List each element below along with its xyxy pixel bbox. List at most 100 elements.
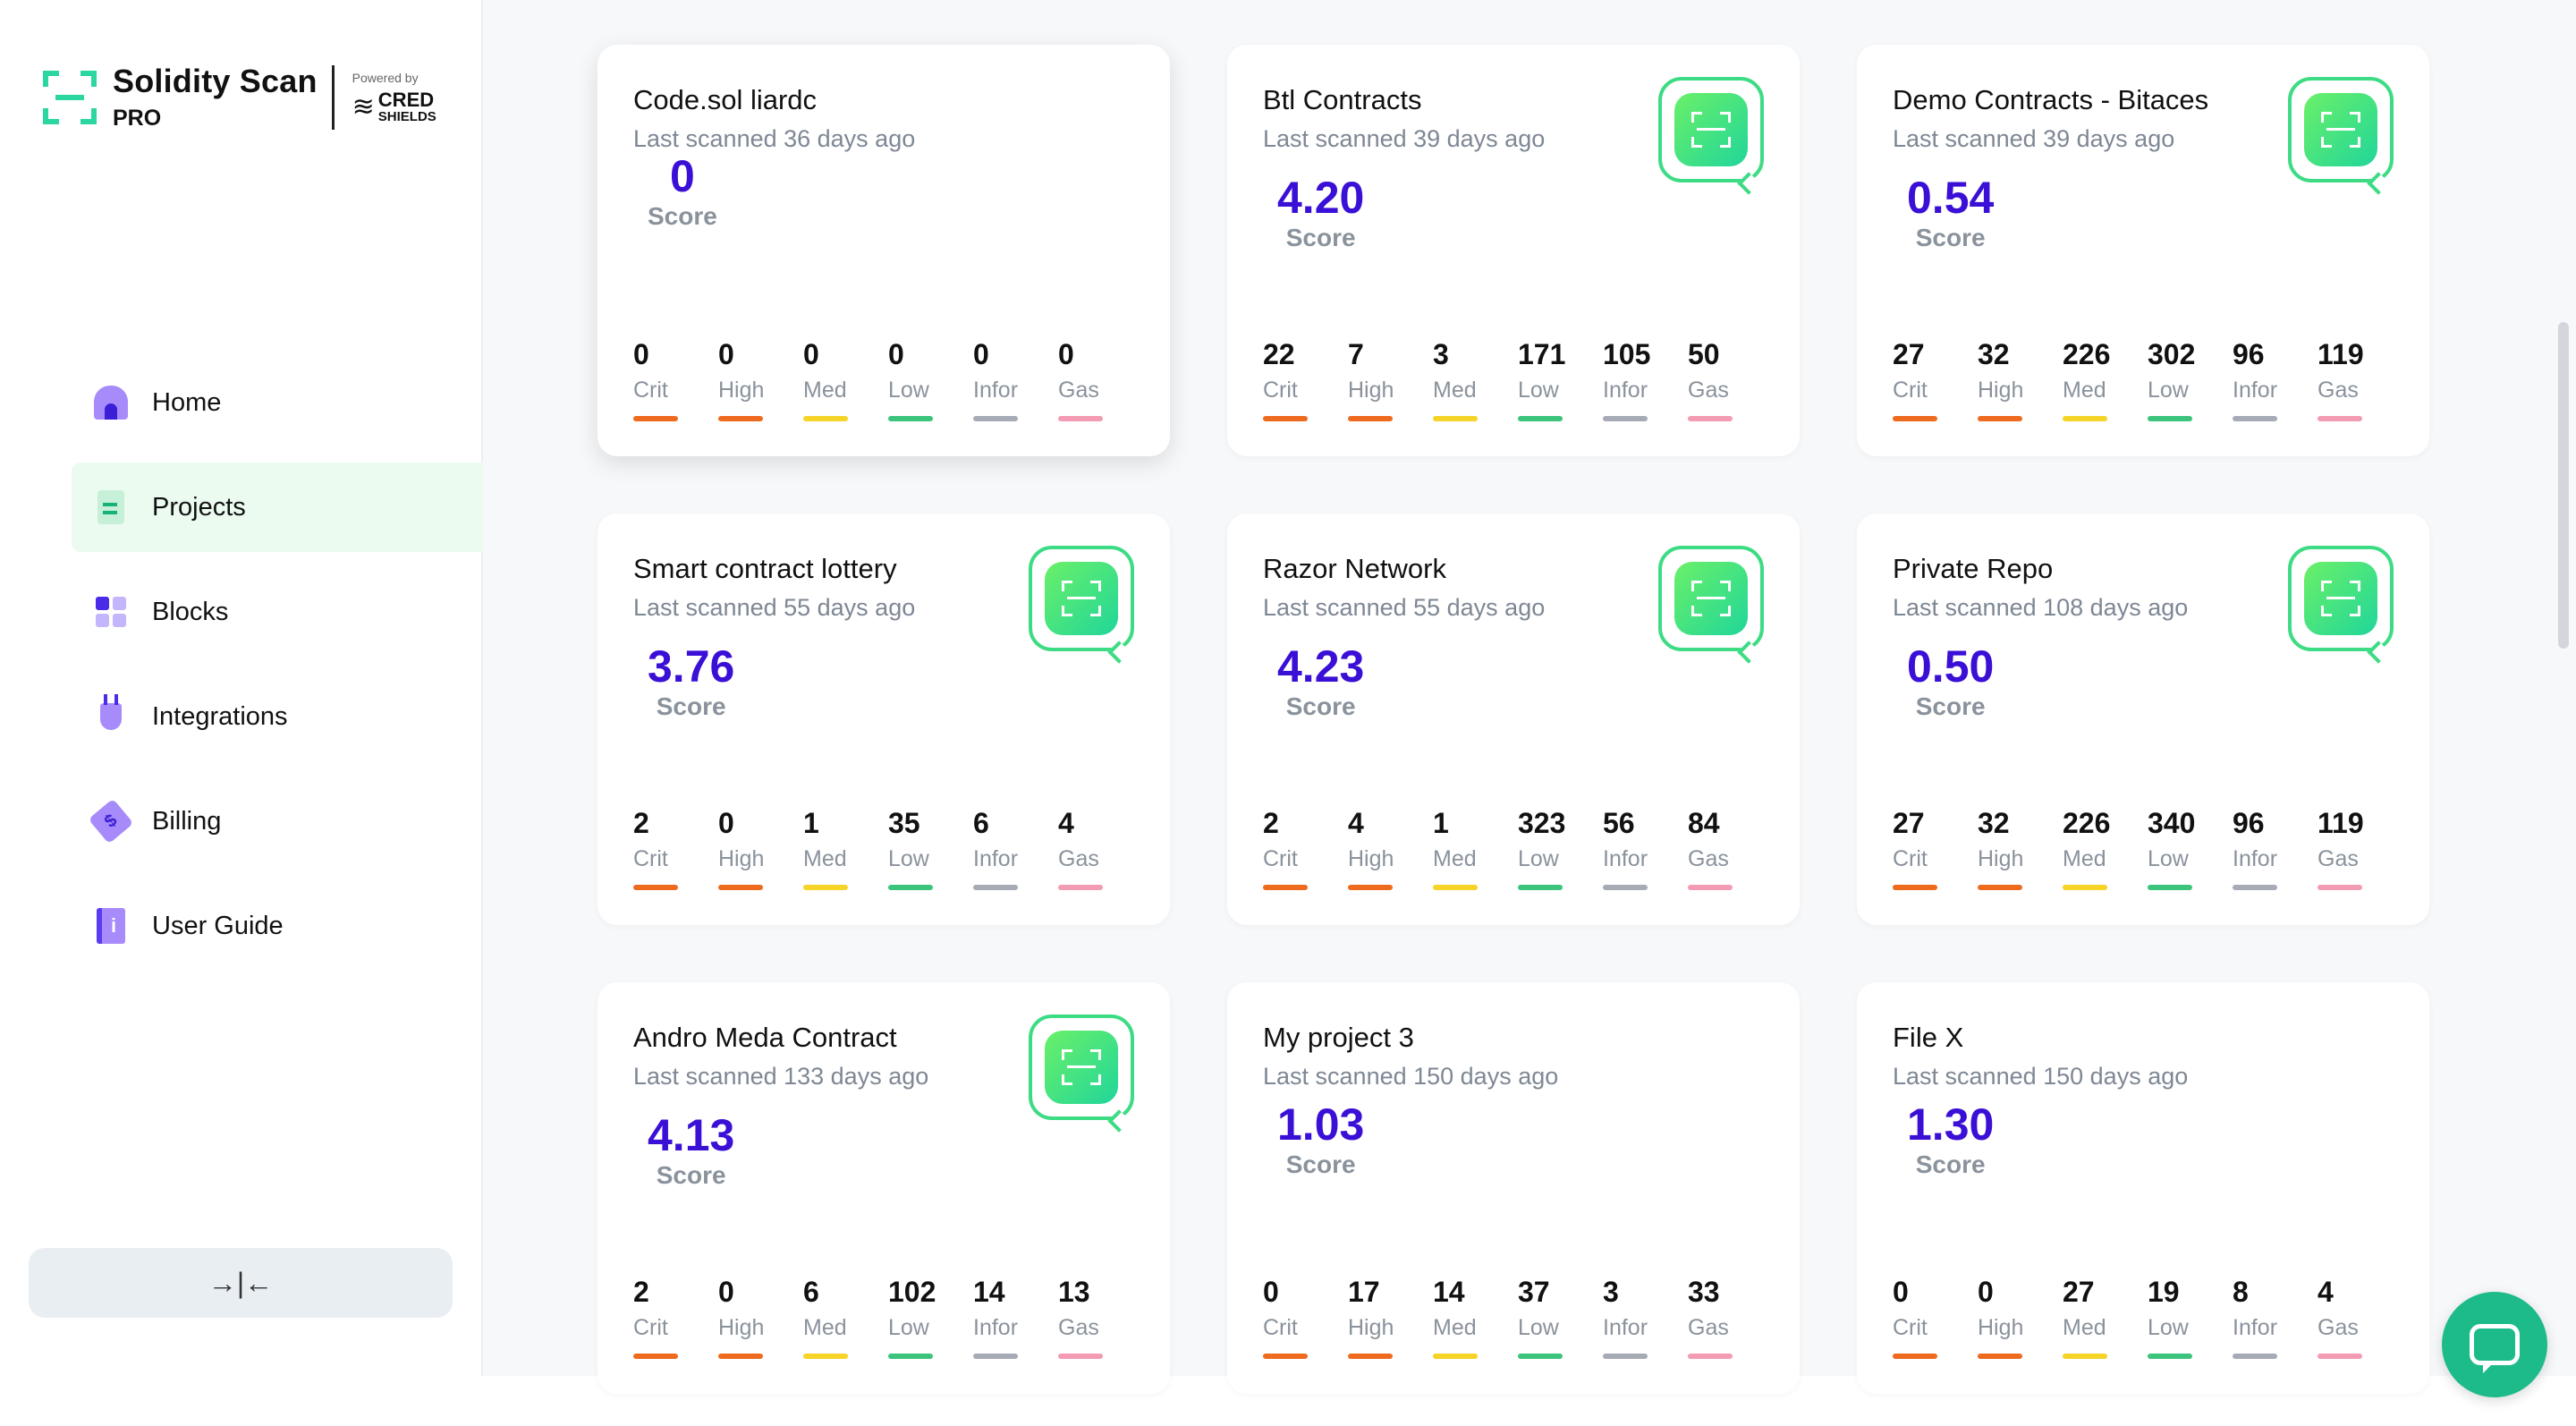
score-label: Score xyxy=(648,202,717,230)
project-card[interactable]: My project 3 Last scanned 150 days ago 1.… xyxy=(1227,982,1800,1394)
scan-icon xyxy=(2304,93,2377,166)
powered-by-label: Powered by xyxy=(352,71,419,85)
project-name: Razor Network xyxy=(1263,553,1446,584)
project-card[interactable]: File X Last scanned 150 days ago 1.30 Sco… xyxy=(1857,982,2429,1394)
severity-stats: 0 Crit 17 High 14 Med 37 Low 3 Infor 33 … xyxy=(1263,1277,1773,1359)
rescan-button[interactable] xyxy=(1029,546,1134,651)
sidebar-item-home[interactable]: Home xyxy=(72,358,483,447)
stat-color-bar xyxy=(2233,885,2277,890)
logo[interactable]: Solidity Scan PRO Powered by ≋ CRED SHIE… xyxy=(43,63,436,132)
stat-low: 302 Low xyxy=(2148,340,2233,421)
rescan-button[interactable] xyxy=(2288,546,2394,651)
stat-label: Crit xyxy=(1893,1315,1928,1340)
stat-infor: 14 Infor xyxy=(973,1277,1058,1359)
sidebar-item-billing[interactable]: $ Billing xyxy=(72,777,483,866)
rescan-button[interactable] xyxy=(1658,77,1764,182)
stat-med: 226 Med xyxy=(2063,340,2148,421)
score-label: Score xyxy=(656,692,726,720)
scan-icon xyxy=(1045,562,1118,635)
stat-label: Gas xyxy=(1058,1315,1099,1340)
stat-label: Infor xyxy=(1603,1315,1648,1340)
stat-color-bar xyxy=(888,416,933,421)
project-name: My project 3 xyxy=(1263,1022,1414,1053)
score: 4.20 Score xyxy=(1277,175,1364,252)
sidebar-item-projects[interactable]: Projects xyxy=(72,463,483,552)
stat-color-bar xyxy=(2318,1354,2362,1359)
scan-icon xyxy=(2304,562,2377,635)
stat-gas: 33 Gas xyxy=(1688,1277,1773,1359)
stat-value: 171 xyxy=(1518,338,1566,370)
stat-color-bar xyxy=(1263,1354,1308,1359)
severity-stats: 22 Crit 7 High 3 Med 171 Low 105 Infor 5… xyxy=(1263,340,1773,421)
score: 3.76 Score xyxy=(648,644,734,721)
project-card[interactable]: Razor Network Last scanned 55 days ago 4.… xyxy=(1227,514,1800,925)
score-value: 0 xyxy=(670,151,695,201)
stat-value: 0 xyxy=(1058,338,1074,370)
project-card[interactable]: Demo Contracts - Bitaces Last scanned 39 … xyxy=(1857,45,2429,456)
stat-label: Med xyxy=(803,1315,847,1340)
stat-label: Low xyxy=(1518,846,1559,871)
stat-color-bar xyxy=(2063,885,2107,890)
stat-infor: 8 Infor xyxy=(2233,1277,2318,1359)
project-card[interactable]: Btl Contracts Last scanned 39 days ago 4.… xyxy=(1227,45,1800,456)
stat-infor: 96 Infor xyxy=(2233,809,2318,890)
sidebar-item-label: Integrations xyxy=(152,701,288,731)
project-card[interactable]: Private Repo Last scanned 108 days ago 0.… xyxy=(1857,514,2429,925)
stat-crit: 0 Crit xyxy=(1893,1277,1978,1359)
severity-stats: 2 Crit 0 High 6 Med 102 Low 14 Infor 13 … xyxy=(633,1277,1143,1359)
sidebar-nav: Home Projects Blocks Integrations $ Billing i U… xyxy=(72,358,483,986)
stat-value: 323 xyxy=(1518,807,1566,839)
stat-value: 0 xyxy=(718,807,734,839)
stat-color-bar xyxy=(1603,416,1648,421)
score: 4.13 Score xyxy=(648,1113,734,1190)
sidebar-item-label: Projects xyxy=(152,492,246,522)
stat-color-bar xyxy=(1263,416,1308,421)
collapse-sidebar-button[interactable]: →|← xyxy=(29,1248,453,1318)
sidebar-item-user-guide[interactable]: i User Guide xyxy=(72,881,483,971)
rescan-button[interactable] xyxy=(1029,1014,1134,1120)
project-card[interactable]: Andro Meda Contract Last scanned 133 days… xyxy=(597,982,1170,1394)
stat-value: 14 xyxy=(1433,1276,1465,1308)
stat-value: 3 xyxy=(1433,338,1449,370)
rescan-button[interactable] xyxy=(1658,546,1764,651)
stat-label: Low xyxy=(2148,378,2189,403)
stat-infor: 96 Infor xyxy=(2233,340,2318,421)
stat-color-bar xyxy=(2148,885,2192,890)
stat-color-bar xyxy=(1893,416,1937,421)
stat-value: 226 xyxy=(2063,807,2111,839)
score-value: 1.03 xyxy=(1277,1099,1365,1150)
stat-color-bar xyxy=(1433,1354,1478,1359)
stat-gas: 50 Gas xyxy=(1688,340,1773,421)
stat-low: 340 Low xyxy=(2148,809,2233,890)
stat-label: Infor xyxy=(1603,378,1648,403)
stat-value: 8 xyxy=(2233,1276,2249,1308)
stat-med: 3 Med xyxy=(1433,340,1518,421)
chat-support-button[interactable] xyxy=(2442,1292,2547,1397)
stat-label: High xyxy=(1978,846,2024,871)
sidebar-item-blocks[interactable]: Blocks xyxy=(72,567,483,657)
sidebar-item-label: Blocks xyxy=(152,597,229,626)
stat-gas: 119 Gas xyxy=(2318,340,2402,421)
stat-infor: 6 Infor xyxy=(973,809,1058,890)
project-card[interactable]: Smart contract lottery Last scanned 55 da… xyxy=(597,514,1170,925)
stat-label: Gas xyxy=(1688,846,1729,871)
last-scanned: Last scanned 150 days ago xyxy=(1263,1063,1559,1090)
powered-by: Powered by ≋ CRED SHIELDS xyxy=(352,71,436,123)
stat-color-bar xyxy=(1348,416,1393,421)
scrollbar[interactable] xyxy=(2558,322,2569,649)
project-card[interactable]: Code.sol liardc Last scanned 36 days ago … xyxy=(597,45,1170,456)
stat-value: 2 xyxy=(1263,807,1279,839)
home-icon xyxy=(93,385,129,420)
stat-label: Infor xyxy=(2233,846,2278,871)
stat-value: 0 xyxy=(1978,1276,1994,1308)
stat-color-bar xyxy=(1978,416,2022,421)
score-value: 0.54 xyxy=(1907,173,1995,223)
stat-color-bar xyxy=(1518,1354,1563,1359)
sidebar-item-integrations[interactable]: Integrations xyxy=(72,672,483,761)
stat-color-bar xyxy=(1263,885,1308,890)
score-label: Score xyxy=(1915,224,1986,251)
stat-high: 0 High xyxy=(718,1277,803,1359)
project-name: Btl Contracts xyxy=(1263,84,1422,115)
rescan-button[interactable] xyxy=(2288,77,2394,182)
stat-low: 37 Low xyxy=(1518,1277,1603,1359)
